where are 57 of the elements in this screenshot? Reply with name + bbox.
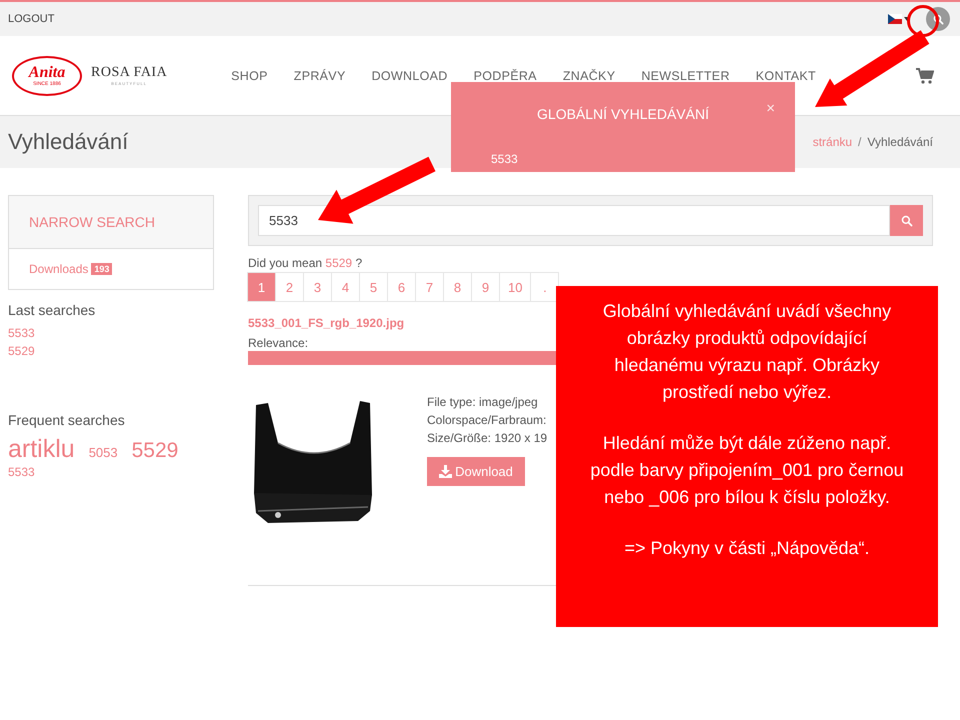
czech-flag-icon[interactable] [888,14,902,24]
search-icon [932,14,944,24]
annotation-text: Hledání může být dále zúženo např. podle barvy připojením_001 pro černou nebo _006 pro bílou k číslu položky. [589,432,905,509]
suggestion-text: Did you mean 5529 ? [248,256,364,270]
page-button[interactable]: 4 [331,272,360,302]
suggestion-link[interactable]: 5529 [325,256,352,270]
nav-link[interactable]: DOWNLOAD [372,68,448,82]
nav-link[interactable]: PODPĚRA [474,68,537,82]
page-title: Vyhledávání [8,129,130,155]
file-info-text: File type: image/jpeg [427,394,539,411]
logo-brand: Anita [28,64,66,80]
page-button[interactable]: 8 [443,272,472,302]
search-icon [900,214,912,226]
page-button[interactable]: 9 [471,272,500,302]
search-history-link[interactable]: 5533 [8,324,214,342]
file-name-link[interactable]: 5533_001_FS_rgb_1920.jpg [248,316,404,330]
page-button[interactable]: 2 [275,272,304,302]
page-button[interactable]: 1 [247,272,276,302]
nav-link[interactable]: ZPRÁVY [294,68,346,82]
relevance-label: Relevance: [248,336,308,350]
last-searches-title: Last searches [8,302,96,318]
annotation-text: Globální vyhledávání uvádí všechny obrázky produktů odpovídající hledanému výrazu např. Obrázky prostředí nebo výřez. [602,300,892,404]
popup-title: GLOBÁLNÍ VYHLEDÁVÁNÍ [537,106,709,122]
page-button[interactable]: 5 [359,272,388,302]
page-button[interactable]: 7 [415,272,444,302]
page-button[interactable]: 6 [387,272,416,302]
nav-link[interactable]: KONTAKT [756,68,816,82]
frequent-searches-title: Frequent searches [8,412,126,428]
cart-icon[interactable] [916,68,934,84]
count-badge: 193 [91,263,112,275]
filter-link[interactable]: Downloads 193 [29,262,112,276]
caret-icon [904,17,910,21]
search-history-link[interactable]: 5529 [8,342,214,360]
breadcrumb-link[interactable]: Vyhledávání [867,135,933,149]
popup-search-field[interactable]: 5533 [491,150,751,168]
search-field[interactable]: 5533 [258,205,890,236]
nav-link[interactable]: SHOP [231,68,268,82]
search-button[interactable] [890,205,923,236]
close-button[interactable]: × [766,101,775,116]
nav-link[interactable]: ZNAČKY [562,68,616,82]
breadcrumb-link[interactable]: stránku [812,135,852,149]
file-info-text: Size/Größe: 1920 x 19 [427,430,548,447]
breadcrumb-separator: / [858,135,862,149]
page-button[interactable]: 3 [303,272,332,302]
search-tag-link[interactable]: 5529 [132,438,178,464]
nav-link[interactable]: NEWSLETTER [641,68,730,82]
page-button[interactable]: . [530,272,560,302]
search-tag-link[interactable]: artiklu [8,434,75,466]
search-tag-link[interactable]: 5053 [88,445,118,462]
download-icon [439,465,452,478]
search-tag-link[interactable]: 5533 [8,465,35,480]
annotation-text: => Pokyny v části „Nápověda“. [624,537,870,560]
page-button[interactable]: 10 [499,272,532,302]
second-brand: ROSA FAIA [91,65,168,81]
narrow-search-heading: NARROW SEARCH [9,196,213,249]
download-button[interactable]: Download [427,457,525,486]
file-info-text: Colorspace/Farbraum: [427,412,548,429]
